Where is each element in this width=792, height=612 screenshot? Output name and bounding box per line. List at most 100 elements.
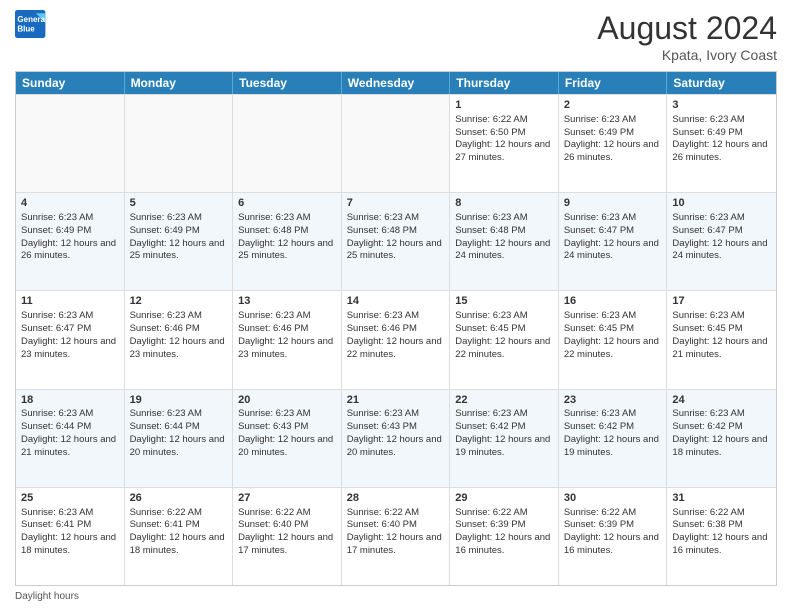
sunset: Sunset: 6:46 PM <box>347 323 445 336</box>
cal-cell: 21Sunrise: 6:23 AMSunset: 6:43 PMDayligh… <box>342 390 451 487</box>
day-number: 14 <box>347 294 445 309</box>
location: Kpata, Ivory Coast <box>597 47 777 63</box>
daylight: Daylight: 12 hours and 17 minutes. <box>238 532 336 558</box>
daylight: Daylight: 12 hours and 23 minutes. <box>21 336 119 362</box>
daylight: Daylight: 12 hours and 25 minutes. <box>130 238 228 264</box>
sunrise: Sunrise: 6:23 AM <box>21 310 119 323</box>
daylight: Daylight: 12 hours and 22 minutes. <box>347 336 445 362</box>
sunset: Sunset: 6:40 PM <box>347 519 445 532</box>
day-number: 16 <box>564 294 662 309</box>
calendar: SundayMondayTuesdayWednesdayThursdayFrid… <box>15 71 777 586</box>
day-number: 19 <box>130 393 228 408</box>
daylight: Daylight: 12 hours and 22 minutes. <box>564 336 662 362</box>
sunrise: Sunrise: 6:22 AM <box>672 507 771 520</box>
cal-header-cell: Saturday <box>667 72 776 94</box>
day-number: 8 <box>455 196 553 211</box>
cal-cell: 26Sunrise: 6:22 AMSunset: 6:41 PMDayligh… <box>125 488 234 585</box>
cal-cell: 31Sunrise: 6:22 AMSunset: 6:38 PMDayligh… <box>667 488 776 585</box>
cal-header-cell: Tuesday <box>233 72 342 94</box>
sunset: Sunset: 6:47 PM <box>21 323 119 336</box>
sunrise: Sunrise: 6:23 AM <box>455 212 553 225</box>
cal-header-cell: Thursday <box>450 72 559 94</box>
day-number: 6 <box>238 196 336 211</box>
sunset: Sunset: 6:49 PM <box>564 127 662 140</box>
sunrise: Sunrise: 6:22 AM <box>238 507 336 520</box>
daylight: Daylight: 12 hours and 17 minutes. <box>347 532 445 558</box>
sunset: Sunset: 6:46 PM <box>130 323 228 336</box>
sunset: Sunset: 6:46 PM <box>238 323 336 336</box>
sunrise: Sunrise: 6:23 AM <box>564 114 662 127</box>
sunrise: Sunrise: 6:23 AM <box>130 310 228 323</box>
sunrise: Sunrise: 6:23 AM <box>564 408 662 421</box>
daylight: Daylight: 12 hours and 20 minutes. <box>130 434 228 460</box>
sunset: Sunset: 6:39 PM <box>564 519 662 532</box>
sunset: Sunset: 6:38 PM <box>672 519 771 532</box>
daylight: Daylight: 12 hours and 16 minutes. <box>672 532 771 558</box>
sunset: Sunset: 6:44 PM <box>21 421 119 434</box>
daylight: Daylight: 12 hours and 16 minutes. <box>455 532 553 558</box>
daylight: Daylight: 12 hours and 18 minutes. <box>21 532 119 558</box>
daylight: Daylight: 12 hours and 24 minutes. <box>455 238 553 264</box>
sunset: Sunset: 6:50 PM <box>455 127 553 140</box>
sunrise: Sunrise: 6:23 AM <box>21 507 119 520</box>
sunrise: Sunrise: 6:22 AM <box>564 507 662 520</box>
day-number: 15 <box>455 294 553 309</box>
cal-cell: 16Sunrise: 6:23 AMSunset: 6:45 PMDayligh… <box>559 291 668 388</box>
cal-cell: 19Sunrise: 6:23 AMSunset: 6:44 PMDayligh… <box>125 390 234 487</box>
sunset: Sunset: 6:49 PM <box>130 225 228 238</box>
cal-cell: 7Sunrise: 6:23 AMSunset: 6:48 PMDaylight… <box>342 193 451 290</box>
sunset: Sunset: 6:41 PM <box>21 519 119 532</box>
sunrise: Sunrise: 6:23 AM <box>564 310 662 323</box>
daylight: Daylight: 12 hours and 19 minutes. <box>564 434 662 460</box>
cal-header-cell: Sunday <box>16 72 125 94</box>
sunrise: Sunrise: 6:23 AM <box>347 310 445 323</box>
sunset: Sunset: 6:48 PM <box>238 225 336 238</box>
day-number: 17 <box>672 294 771 309</box>
sunset: Sunset: 6:42 PM <box>672 421 771 434</box>
sunset: Sunset: 6:48 PM <box>347 225 445 238</box>
day-number: 3 <box>672 98 771 113</box>
daylight: Daylight: 12 hours and 25 minutes. <box>347 238 445 264</box>
sunrise: Sunrise: 6:23 AM <box>672 310 771 323</box>
cal-cell: 15Sunrise: 6:23 AMSunset: 6:45 PMDayligh… <box>450 291 559 388</box>
sunrise: Sunrise: 6:22 AM <box>455 507 553 520</box>
sunrise: Sunrise: 6:23 AM <box>130 212 228 225</box>
calendar-header-row: SundayMondayTuesdayWednesdayThursdayFrid… <box>16 72 776 94</box>
day-number: 28 <box>347 491 445 506</box>
day-number: 1 <box>455 98 553 113</box>
sunrise: Sunrise: 6:23 AM <box>455 310 553 323</box>
cal-row: 25Sunrise: 6:23 AMSunset: 6:41 PMDayligh… <box>16 487 776 585</box>
cal-cell <box>16 95 125 192</box>
cal-cell: 6Sunrise: 6:23 AMSunset: 6:48 PMDaylight… <box>233 193 342 290</box>
daylight: Daylight: 12 hours and 18 minutes. <box>130 532 228 558</box>
sunset: Sunset: 6:41 PM <box>130 519 228 532</box>
sunrise: Sunrise: 6:23 AM <box>564 212 662 225</box>
daylight: Daylight: 12 hours and 18 minutes. <box>672 434 771 460</box>
day-number: 24 <box>672 393 771 408</box>
day-number: 30 <box>564 491 662 506</box>
sunrise: Sunrise: 6:23 AM <box>347 212 445 225</box>
day-number: 11 <box>21 294 119 309</box>
sunset: Sunset: 6:45 PM <box>564 323 662 336</box>
daylight: Daylight: 12 hours and 24 minutes. <box>564 238 662 264</box>
cal-row: 4Sunrise: 6:23 AMSunset: 6:49 PMDaylight… <box>16 192 776 290</box>
cal-cell: 4Sunrise: 6:23 AMSunset: 6:49 PMDaylight… <box>16 193 125 290</box>
cal-cell: 9Sunrise: 6:23 AMSunset: 6:47 PMDaylight… <box>559 193 668 290</box>
cal-cell: 24Sunrise: 6:23 AMSunset: 6:42 PMDayligh… <box>667 390 776 487</box>
footer: Daylight hours <box>15 591 777 602</box>
logo-icon: General Blue <box>15 10 47 38</box>
cal-cell <box>342 95 451 192</box>
sunset: Sunset: 6:43 PM <box>347 421 445 434</box>
logo: General Blue <box>15 10 47 38</box>
cal-cell: 1Sunrise: 6:22 AMSunset: 6:50 PMDaylight… <box>450 95 559 192</box>
sunset: Sunset: 6:49 PM <box>672 127 771 140</box>
cal-header-cell: Friday <box>559 72 668 94</box>
sunrise: Sunrise: 6:22 AM <box>347 507 445 520</box>
cal-cell: 28Sunrise: 6:22 AMSunset: 6:40 PMDayligh… <box>342 488 451 585</box>
day-number: 25 <box>21 491 119 506</box>
daylight: Daylight: 12 hours and 27 minutes. <box>455 139 553 165</box>
calendar-body: 1Sunrise: 6:22 AMSunset: 6:50 PMDaylight… <box>16 94 776 585</box>
cal-cell <box>125 95 234 192</box>
sunrise: Sunrise: 6:23 AM <box>21 212 119 225</box>
cal-cell: 29Sunrise: 6:22 AMSunset: 6:39 PMDayligh… <box>450 488 559 585</box>
